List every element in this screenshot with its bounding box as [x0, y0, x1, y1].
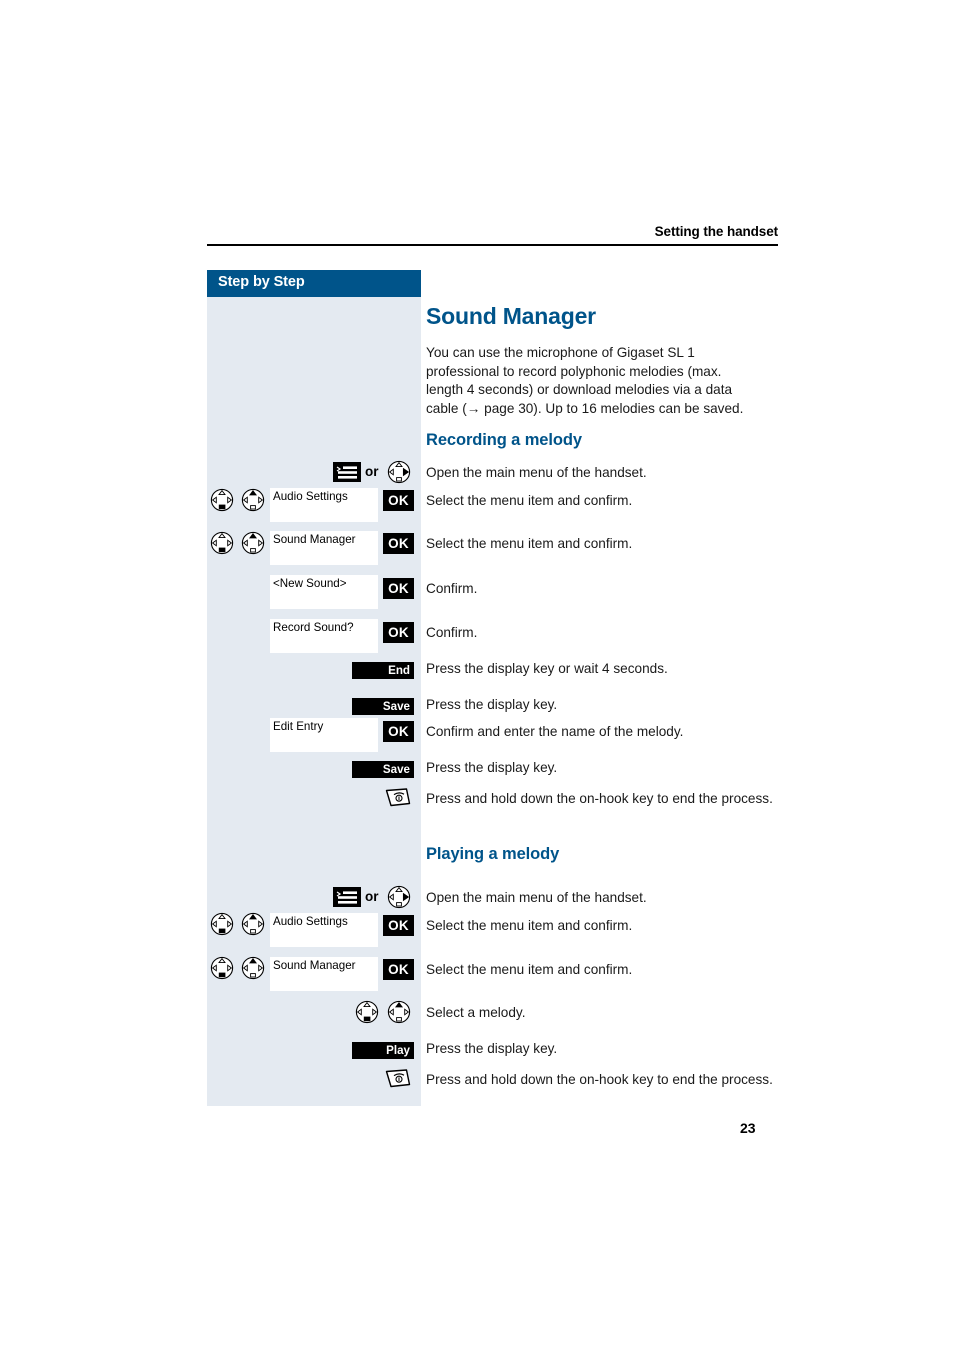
step-text: Press the display key.: [426, 1041, 558, 1056]
display-field-label: Sound Manager: [273, 533, 356, 546]
nav-key-right-icon[interactable]: [387, 460, 411, 484]
nav-key-right-icon[interactable]: [387, 885, 411, 909]
step-by-step-header: Step by Step: [207, 270, 421, 297]
step-by-step-title: Step by Step: [218, 274, 305, 290]
nav-key-up-icon[interactable]: [241, 912, 265, 936]
display-key-save[interactable]: Save: [352, 698, 414, 715]
step-text: Press the display key or wait 4 seconds.: [426, 661, 668, 676]
nav-key-down-icon[interactable]: [210, 912, 234, 936]
step-text: Press the display key.: [426, 760, 558, 775]
or-label-1: or: [365, 464, 379, 479]
header-rule: [207, 244, 778, 246]
step-text: Select the menu item and confirm.: [426, 918, 633, 933]
nav-key-up-icon[interactable]: [387, 1000, 411, 1024]
step-text: Confirm.: [426, 625, 478, 640]
nav-key-down-icon[interactable]: [210, 531, 234, 555]
display-field: Sound Manager: [270, 957, 378, 991]
ok-key[interactable]: OK: [383, 533, 414, 554]
display-key-play[interactable]: Play: [352, 1042, 414, 1059]
step-text: Press the display key.: [426, 697, 558, 712]
page-title: Sound Manager: [426, 303, 596, 329]
step-text: Select the menu item and confirm.: [426, 536, 633, 551]
menu-key-icon[interactable]: [333, 462, 361, 482]
menu-key-icon[interactable]: [333, 887, 361, 907]
display-field-label: Audio Settings: [273, 490, 348, 503]
display-field-label: Audio Settings: [273, 915, 348, 928]
nav-key-up-icon[interactable]: [241, 488, 265, 512]
ok-key[interactable]: OK: [383, 721, 414, 742]
step-text: Select the menu item and confirm.: [426, 493, 633, 508]
or-label-2: or: [365, 889, 379, 904]
step-text: Confirm and enter the name of the melody…: [426, 724, 684, 739]
display-field: Sound Manager: [270, 531, 378, 565]
ok-key[interactable]: OK: [383, 578, 414, 599]
ok-key[interactable]: OK: [383, 622, 414, 643]
subsection-title-recording: Recording a melody: [426, 431, 582, 449]
subsection-title-playing: Playing a melody: [426, 845, 560, 863]
section-intro: You can use the microphone of Gigaset SL…: [426, 345, 744, 416]
display-field: <New Sound>: [270, 575, 378, 609]
ok-key[interactable]: OK: [383, 915, 414, 936]
page-number: 23: [740, 1120, 756, 1136]
display-field: Edit Entry: [270, 718, 378, 752]
step-text: Press and hold down the on-hook key to e…: [426, 791, 773, 806]
step-text: Press and hold down the on-hook key to e…: [426, 1072, 773, 1087]
nav-key-up-icon[interactable]: [241, 531, 265, 555]
step-text: Select the menu item and confirm.: [426, 962, 633, 977]
on-hook-key-icon[interactable]: [384, 1068, 414, 1092]
display-field-label: Sound Manager: [273, 959, 356, 972]
step-text: Open the main menu of the handset.: [426, 465, 647, 480]
step-text: Open the main menu of the handset.: [426, 890, 647, 905]
step-text: Select a melody.: [426, 1005, 526, 1020]
on-hook-key-icon[interactable]: [384, 787, 414, 811]
nav-key-up-icon[interactable]: [241, 956, 265, 980]
display-field-label: Edit Entry: [273, 720, 324, 733]
display-key-end[interactable]: End: [352, 662, 414, 679]
nav-key-down-icon[interactable]: [210, 956, 234, 980]
ok-key[interactable]: OK: [383, 490, 414, 511]
nav-key-down-icon[interactable]: [210, 488, 234, 512]
display-field: Record Sound?: [270, 619, 378, 653]
display-field-label: <New Sound>: [273, 577, 347, 590]
nav-key-down-icon[interactable]: [355, 1000, 379, 1024]
display-field-label: Record Sound?: [273, 621, 354, 634]
ok-key[interactable]: OK: [383, 959, 414, 980]
document-page: Setting the handset Step by Step Sound M…: [0, 0, 954, 1351]
running-head: Setting the handset: [654, 224, 778, 239]
display-field: Audio Settings: [270, 488, 378, 522]
display-key-save[interactable]: Save: [352, 761, 414, 778]
step-text: Confirm.: [426, 581, 478, 596]
display-field: Audio Settings: [270, 913, 378, 947]
